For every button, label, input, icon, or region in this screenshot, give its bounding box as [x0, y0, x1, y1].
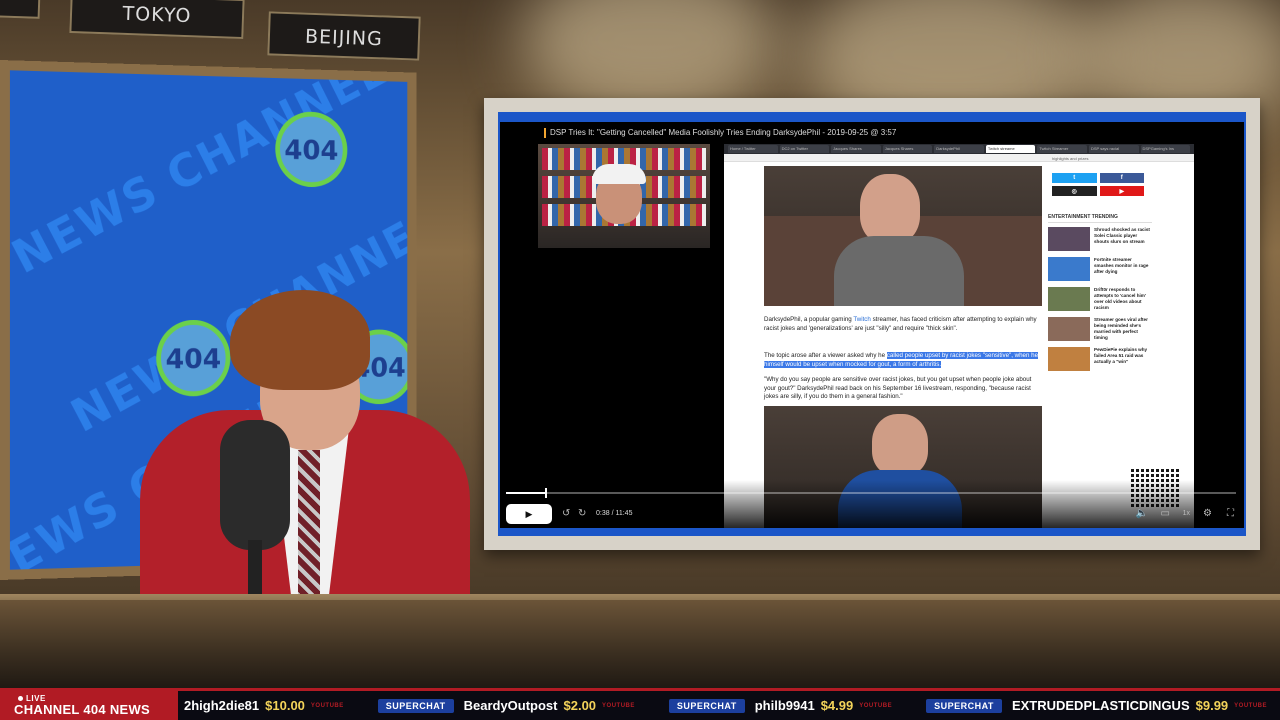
news-desk — [0, 600, 1280, 690]
fullscreen-icon[interactable]: ⛶ — [1227, 504, 1234, 524]
trending-heading: ENTERTAINMENT TRENDING — [1048, 214, 1152, 223]
video-player[interactable]: DSP Tries It: "Getting Cancelled" Media … — [500, 122, 1244, 528]
channel-logo: 404 — [275, 110, 348, 188]
superchat-amount: $4.99 — [820, 698, 854, 713]
ticker-track: 2high2die81 $10.00 YOUTUBE SUPERCHAT BeardyO… — [184, 691, 1280, 720]
browser-tab[interactable]: Home / Twitter — [728, 145, 778, 153]
browser-tab[interactable]: DC2 on Twitter — [779, 145, 830, 153]
superchat-item: 2high2die81 $10.00 YOUTUBE — [184, 698, 344, 713]
superchat-ticker: LIVE CHANNEL 404 NEWS 2high2die81 $10.00 Y… — [0, 688, 1280, 720]
browser-tab[interactable]: DSP says racial — [1088, 145, 1139, 153]
article-image — [764, 166, 1042, 306]
trending-item[interactable]: PewDiePie explains why failed Area 51 ra… — [1048, 347, 1156, 371]
article-intro: DarksydePhil, a popular gaming Twitch st… — [764, 316, 1044, 333]
browser-tab[interactable]: Twitch Streamer — [1037, 145, 1087, 153]
superchat-source: YOUTUBE — [602, 702, 635, 709]
social-buttons: t f ◎ ▶ — [1052, 173, 1144, 196]
superchat-source: YOUTUBE — [1234, 702, 1268, 709]
article-paragraph-highlighted: The topic arose after a viewer asked why… — [764, 352, 1044, 369]
city-sign-partial — [0, 0, 41, 19]
browser-tab[interactable]: DSPGaming's Ins — [1140, 145, 1191, 153]
superchat-name: philb9941 — [754, 698, 815, 713]
live-badge: LIVE CHANNEL 404 NEWS — [0, 691, 178, 720]
person-head — [860, 174, 920, 244]
superchat-tag: SUPERCHAT — [668, 698, 745, 713]
forward-icon[interactable]: ↻ — [578, 504, 586, 524]
trending-item[interactable]: Drift0r responds to attempts to 'cancel … — [1048, 287, 1156, 311]
person-head — [872, 414, 928, 476]
tv-monitor: DSP Tries It: "Getting Cancelled" Media … — [484, 98, 1260, 550]
browser-tab[interactable]: DarksydePhil — [934, 145, 984, 153]
superchat-amount: $2.00 — [563, 698, 597, 713]
superchat-tag: SUPERCHAT — [377, 698, 454, 713]
trending-title: PewDiePie explains why failed Area 51 ra… — [1094, 347, 1148, 364]
player-controls: ▶ ↺ ↻ 0:38 / 11:45 🔈 ▭ 1x ⚙ ⛶ — [500, 480, 1244, 528]
anchor-wig — [230, 290, 370, 390]
article-text: DarksydePhil, a popular gaming — [764, 316, 854, 323]
studio-scene: TOKYO BEIJING NEWS CHANNEL NEWS CHANNEL … — [0, 0, 1280, 720]
superchat-source: YOUTUBE — [310, 702, 344, 709]
superchat-item: SUPERCHAT BeardyOutpost $2.00 YOUTUBE — [377, 698, 635, 713]
article-text: The topic arose after a viewer asked why… — [764, 352, 887, 359]
superchat-item: SUPERCHAT EXTRUDEDPLASTICDINGUS $9.99 YOUTU… — [926, 698, 1267, 713]
superchat-source: YOUTUBE — [859, 702, 893, 709]
city-sign-tokyo: TOKYO — [69, 0, 245, 40]
twitter-share-icon[interactable]: t — [1052, 173, 1097, 183]
trending-title: Fortnite streamer smashes monitor in rag… — [1094, 257, 1149, 274]
person-shirt — [834, 236, 964, 306]
youtube-share-icon[interactable]: ▶ — [1099, 186, 1144, 196]
instagram-share-icon[interactable]: ◎ — [1052, 186, 1097, 196]
superchat-name: 2high2die81 — [184, 698, 260, 713]
trending-item[interactable]: Shroud shocked as racist Solei Classic p… — [1048, 227, 1156, 251]
superchat-item: SUPERCHAT philb9941 $4.99 YOUTUBE — [668, 698, 893, 713]
superchat-amount: $10.00 — [265, 698, 305, 713]
volume-icon[interactable]: 🔈 — [1136, 504, 1148, 524]
progress-fill — [506, 492, 546, 494]
trending-thumbnail — [1048, 257, 1090, 281]
video-title: DSP Tries It: "Getting Cancelled" Media … — [543, 128, 897, 138]
sidebar-text: highlights and prizes — [1052, 156, 1089, 161]
superchat-name: EXTRUDEDPLASTICDINGUS — [1011, 698, 1190, 713]
speed-button[interactable]: 1x — [1183, 504, 1190, 524]
article-link[interactable]: Twitch — [853, 316, 871, 323]
browser-tab[interactable]: Jacques Shares — [882, 145, 933, 153]
article-sidebar: highlights and prizes t f ◎ ▶ ENTERTAINM… — [1046, 156, 1156, 377]
trending-item[interactable]: Streamer goes viral after being reminded… — [1048, 317, 1156, 341]
trending-list: Shroud shocked as racist Solei Classic p… — [1046, 227, 1156, 371]
progress-handle[interactable] — [545, 488, 548, 498]
trending-title: Streamer goes viral after being reminded… — [1094, 317, 1148, 340]
live-dot-icon — [18, 696, 23, 701]
facebook-share-icon[interactable]: f — [1099, 173, 1144, 183]
trending-thumbnail — [1048, 227, 1090, 251]
news-anchor — [110, 280, 470, 620]
trending-item[interactable]: Fortnite streamer smashes monitor in rag… — [1048, 257, 1156, 281]
browser-window: Home / Twitter DC2 on Twitter Jacques Shar… — [724, 144, 1194, 528]
trending-thumbnail — [1048, 317, 1090, 341]
superchat-tag: SUPERCHAT — [926, 698, 1002, 713]
browser-tab[interactable]: Twitch streame — [985, 145, 1036, 153]
progress-bar[interactable] — [506, 488, 1236, 498]
trending-thumbnail — [1048, 347, 1090, 371]
microphone — [220, 420, 290, 550]
time-display: 0:38 / 11:45 — [596, 510, 633, 517]
browser-tabs: Home / Twitter DC2 on Twitter Jacques Shar… — [724, 144, 1194, 154]
trending-title: Shroud shocked as racist Solei Classic p… — [1094, 227, 1150, 244]
captions-icon[interactable]: ▭ — [1161, 504, 1170, 524]
play-icon: ▶ — [525, 508, 533, 519]
article-quote: "Why do you say people are sensitive ove… — [764, 376, 1032, 401]
browser-tab[interactable]: Jacques Shares — [831, 145, 881, 153]
settings-icon[interactable]: ⚙ — [1203, 504, 1212, 524]
city-sign-beijing: BEIJING — [267, 11, 421, 61]
streamer-cap — [592, 164, 646, 184]
superchat-amount: $9.99 — [1195, 698, 1229, 713]
play-button[interactable]: ▶ — [506, 504, 552, 524]
trending-title: Drift0r responds to attempts to 'cancel … — [1094, 287, 1146, 310]
trending-thumbnail — [1048, 287, 1090, 311]
webcam-feed — [538, 144, 710, 248]
rewind-icon[interactable]: ↺ — [562, 504, 570, 524]
channel-brand: CHANNEL 404 NEWS — [14, 702, 151, 717]
superchat-name: BeardyOutpost — [463, 698, 558, 713]
